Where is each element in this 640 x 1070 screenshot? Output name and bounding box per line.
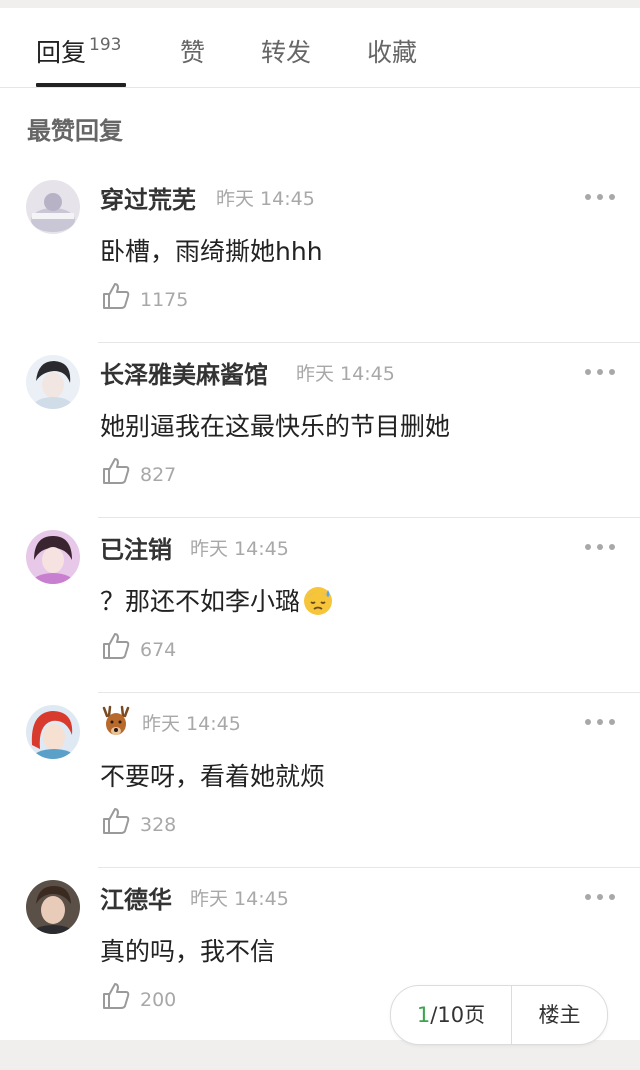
reply-count-badge: 193 xyxy=(89,35,122,55)
comment-item: 已注销 昨天 14:45 ？那还不如李小璐 674 xyxy=(0,518,640,693)
timestamp: 昨天 14:45 xyxy=(190,538,289,560)
sweat-face-emoji-icon xyxy=(304,587,333,615)
pagination-control: 1/10页 楼主 xyxy=(390,985,608,1045)
username[interactable]: 江德华 xyxy=(100,880,172,915)
avatar[interactable] xyxy=(26,530,80,584)
tab-favorites-label: 收藏 xyxy=(367,38,418,67)
like-count: 200 xyxy=(140,989,177,1011)
thumbs-up-icon xyxy=(103,983,130,1009)
comment-item: 长泽雅美麻酱馆 昨天 14:45 她别逼我在这最快乐的节目删她 827 xyxy=(0,343,640,518)
top-strip xyxy=(0,0,640,8)
comment-item: 穿过荒芜 昨天 14:45 卧槽，雨绮撕她hhh 1175 xyxy=(0,168,640,343)
tab-bar: 回复 193 赞 转发 收藏 xyxy=(0,8,640,88)
tab-reposts-label: 转发 xyxy=(261,38,312,67)
op-only-button[interactable]: 楼主 xyxy=(512,986,607,1044)
comment-text: ？那还不如李小璐 xyxy=(100,582,334,618)
more-options-icon[interactable] xyxy=(584,715,616,729)
deer-emoji-icon xyxy=(102,705,130,735)
tab-reposts[interactable]: 转发 xyxy=(261,33,311,69)
comment-item: 昨天 14:45 不要呀，看着她就烦 328 xyxy=(0,693,640,868)
thumbs-up-icon xyxy=(103,808,130,834)
comment-text: 她别逼我在这最快乐的节目删她 xyxy=(100,412,451,441)
thumbs-up-icon xyxy=(103,283,130,309)
comment-text: 卧槽，雨绮撕她hhh xyxy=(100,237,323,266)
avatar[interactable] xyxy=(26,355,80,409)
comment-text: 不要呀，看着她就烦 xyxy=(100,762,326,791)
thumbs-up-icon xyxy=(103,633,130,659)
avatar[interactable] xyxy=(26,880,80,934)
tab-likes-label: 赞 xyxy=(180,38,206,67)
total-pages-label: /10页 xyxy=(430,1003,486,1027)
more-options-icon[interactable] xyxy=(584,540,616,554)
timestamp: 昨天 14:45 xyxy=(216,188,315,210)
tab-likes[interactable]: 赞 xyxy=(180,33,205,69)
username[interactable]: 穿过荒芜 xyxy=(100,180,196,215)
avatar-photo-icon xyxy=(26,880,80,934)
avatar-photo-icon xyxy=(26,180,80,234)
avatar-cartoon-icon xyxy=(26,705,80,759)
username[interactable]: 长泽雅美麻酱馆 xyxy=(100,355,268,390)
avatar[interactable] xyxy=(26,705,80,759)
thumbs-up-icon xyxy=(103,458,130,484)
like-count: 328 xyxy=(140,814,177,836)
section-title: 最赞回复 xyxy=(27,117,123,145)
username[interactable]: 已注销 xyxy=(100,530,172,565)
like-count: 827 xyxy=(140,464,177,486)
more-options-icon[interactable] xyxy=(584,365,616,379)
avatar-photo-icon xyxy=(26,530,80,584)
more-options-icon[interactable] xyxy=(584,890,616,904)
like-count: 1175 xyxy=(140,289,189,311)
page-selector-button[interactable]: 1/10页 xyxy=(391,986,511,1044)
timestamp: 昨天 14:45 xyxy=(142,713,241,735)
current-page: 1 xyxy=(416,1003,431,1027)
tab-replies-label: 回复 xyxy=(36,38,87,67)
avatar[interactable] xyxy=(26,180,80,234)
more-options-icon[interactable] xyxy=(584,190,616,204)
avatar-photo-icon xyxy=(26,355,80,409)
timestamp: 昨天 14:45 xyxy=(190,888,289,910)
tab-favorites[interactable]: 收藏 xyxy=(367,33,417,69)
active-tab-indicator xyxy=(36,83,126,87)
comment-text: 真的吗，我不信 xyxy=(100,937,276,966)
like-count: 674 xyxy=(140,639,177,661)
comment-text-body: ？那还不如李小璐 xyxy=(100,587,301,616)
timestamp: 昨天 14:45 xyxy=(296,363,395,385)
tab-replies[interactable]: 回复 193 xyxy=(36,33,121,69)
